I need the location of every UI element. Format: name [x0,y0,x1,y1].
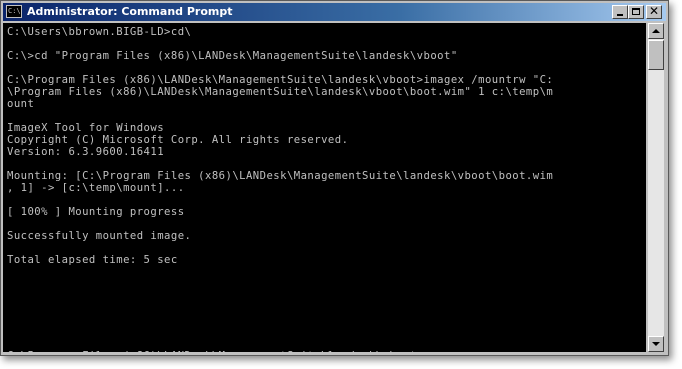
console-lines: C:\Users\bbrown.BIGB-LD>cd\ C:\>cd "Progr… [7,26,553,352]
maximize-button[interactable] [628,5,644,19]
arrow-up-icon [652,29,660,33]
console-line: ImageX Tool for Windows [7,122,165,134]
console-line: , 1] -> [c:\temp\mount]... [7,182,185,194]
console-line: ount [7,98,35,110]
minimize-button[interactable] [612,5,628,19]
console-line: Mounting: [C:\Program Files (x86)\LANDes… [7,170,554,182]
console-line: Version: 6.3.9600.16411 [7,146,165,158]
console-line: [ 100% ] Mounting progress [7,206,185,218]
window-title: Administrator: Command Prompt [27,5,233,18]
console-line: Copyright (C) Microsoft Corp. All rights… [7,134,349,146]
console-line: Successfully mounted image. [7,230,192,242]
console-output[interactable]: C:\Users\bbrown.BIGB-LD>cd\ C:\>cd "Progr… [3,23,646,352]
console-line: C:\Users\bbrown.BIGB-LD>cd\ [7,26,192,38]
scroll-thumb[interactable] [648,40,664,70]
scroll-down-button[interactable] [648,336,664,352]
console-line: \Program Files (x86)\LANDesk\ManagementS… [7,86,554,98]
console-line: C:\Program Files (x86)\LANDesk\Managemen… [7,74,554,86]
console-prompt-line[interactable]: C:\Program Files (x86)\LANDesk\Managemen… [7,350,553,352]
maximize-icon [632,8,640,15]
vertical-scrollbar[interactable] [648,23,664,352]
title-bar[interactable]: C:\ Administrator: Command Prompt ✕ [3,3,666,21]
console-line: C:\>cd "Program Files (x86)\LANDesk\Mana… [7,50,458,62]
console-prompt: C:\Program Files (x86)\LANDesk\Managemen… [7,350,424,352]
command-prompt-window: C:\ Administrator: Command Prompt ✕ C:\U… [0,0,669,356]
console-line: Total elapsed time: 5 sec [7,254,178,266]
arrow-down-icon [652,342,660,346]
minimize-icon [617,14,623,16]
cmd-icon: C:\ [6,5,22,18]
close-button[interactable]: ✕ [646,4,662,19]
scroll-up-button[interactable] [648,23,664,39]
close-icon: ✕ [648,4,660,18]
